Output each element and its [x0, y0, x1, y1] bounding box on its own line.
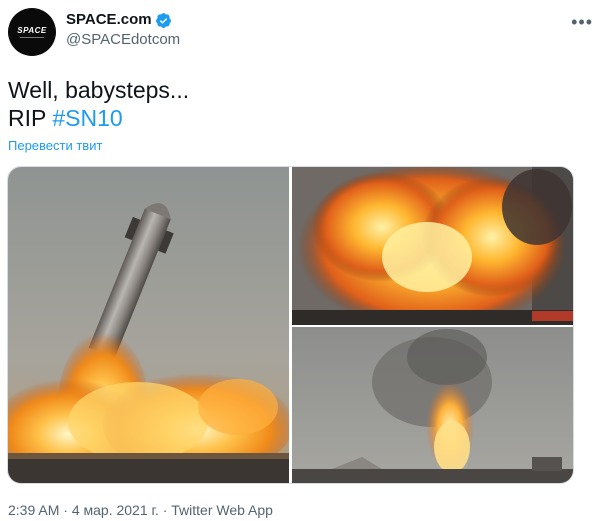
tweet-text: Well, babysteps... RIP #SN10	[8, 76, 189, 132]
meta-separator-2: ·	[158, 502, 172, 518]
tweet-date[interactable]: 4 мар. 2021 г.	[72, 502, 159, 518]
avatar-logo-underline	[20, 37, 44, 38]
avatar-logo: SPACE	[17, 26, 47, 35]
author-block: SPACE.com @SPACEdotcom	[66, 10, 180, 50]
photo-rocket-landing[interactable]	[8, 167, 289, 483]
display-name[interactable]: SPACE.com	[66, 10, 152, 30]
tweet-text-line-1: Well, babysteps...	[8, 77, 190, 103]
meta-separator-1: ·	[59, 502, 72, 518]
translate-tweet-link[interactable]: Перевести твит	[8, 138, 102, 153]
avatar[interactable]: SPACE	[8, 8, 56, 56]
more-dots-icon[interactable]: •••	[571, 12, 593, 33]
author-name-row[interactable]: SPACE.com	[66, 10, 180, 30]
verified-badge-icon	[155, 12, 172, 29]
media-grid	[7, 166, 574, 484]
photo-aftermath-fire[interactable]	[292, 327, 573, 483]
tweet-text-prefix: RIP	[8, 105, 53, 131]
tweet-source[interactable]: Twitter Web App	[171, 502, 273, 518]
tweet-time[interactable]: 2:39 AM	[8, 502, 59, 518]
tweet-text-line-2: RIP #SN10	[8, 104, 189, 132]
tweet-meta: 2:39 AM · 4 мар. 2021 г. · Twitter Web A…	[8, 502, 273, 518]
author-handle[interactable]: @SPACEdotcom	[66, 30, 180, 50]
photo-explosion[interactable]	[292, 167, 573, 325]
hashtag-link[interactable]: #SN10	[52, 105, 122, 131]
tweet-card: SPACE SPACE.com @SPACEdotcom ••• Well, b…	[0, 0, 615, 521]
